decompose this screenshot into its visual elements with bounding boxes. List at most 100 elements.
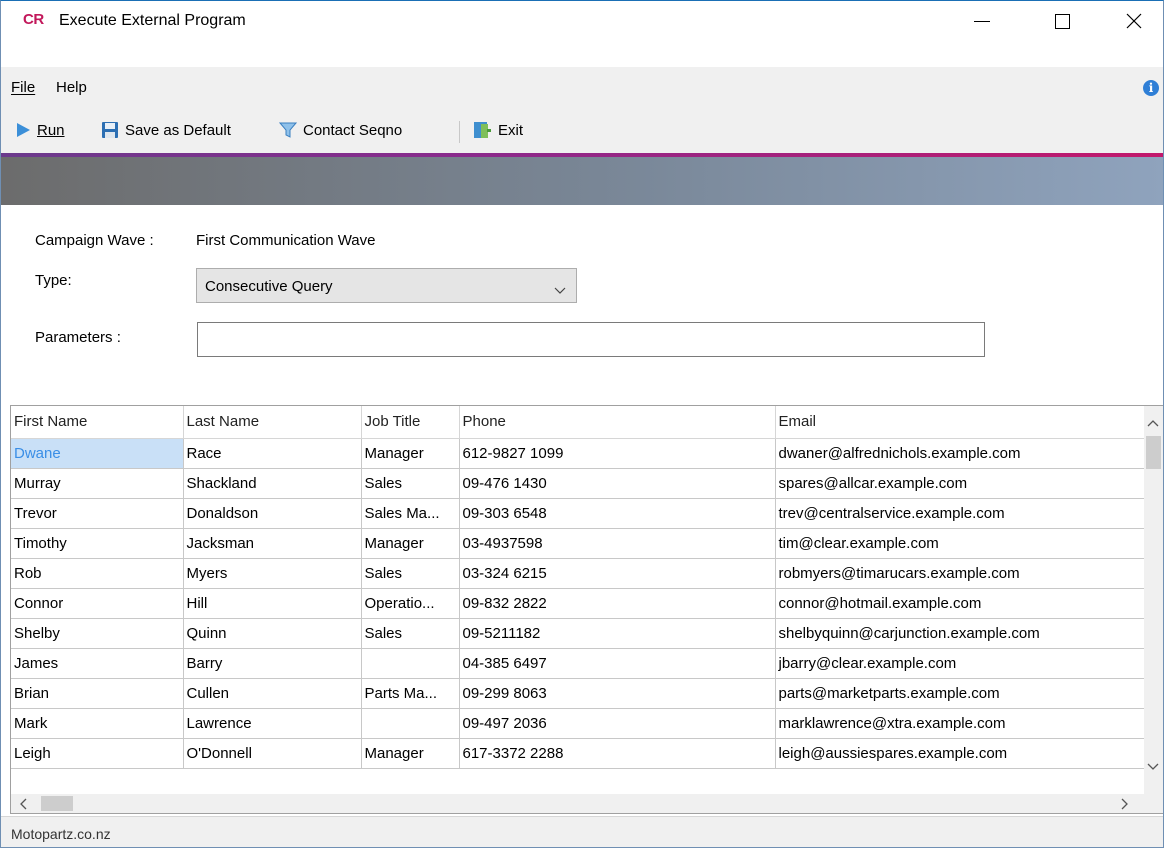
maximize-button[interactable] (1039, 1, 1085, 41)
cell-email[interactable]: dwaner@alfrednichols.example.com (775, 438, 1146, 469)
cell-phone[interactable]: 09-303 6548 (459, 498, 776, 529)
run-button[interactable]: Run (15, 119, 65, 141)
minimize-button[interactable] (959, 1, 1005, 41)
close-button[interactable] (1111, 1, 1157, 41)
cell-job-title[interactable]: Manager (361, 438, 460, 469)
cell-first-name[interactable]: Dwane (11, 438, 184, 469)
column-header-phone[interactable]: Phone (459, 406, 776, 439)
play-icon (15, 122, 31, 138)
cell-job-title[interactable] (361, 648, 460, 679)
scroll-up-icon[interactable] (1147, 414, 1159, 431)
save-as-default-label: Save as Default (125, 121, 231, 139)
cell-last-name[interactable]: O'Donnell (183, 738, 362, 769)
cell-email[interactable]: shelbyquinn@carjunction.example.com (775, 618, 1146, 649)
contact-seqno-button[interactable]: Contact Seqno (279, 119, 402, 141)
cell-job-title[interactable]: Sales Ma... (361, 498, 460, 529)
cell-first-name[interactable]: Rob (11, 558, 184, 589)
menu-help[interactable]: Help (56, 79, 87, 96)
cell-first-name[interactable]: Connor (11, 588, 184, 619)
cell-first-name[interactable]: James (11, 648, 184, 679)
cell-first-name[interactable]: Murray (11, 468, 184, 499)
cell-phone[interactable]: 03-324 6215 (459, 558, 776, 589)
cell-email[interactable]: connor@hotmail.example.com (775, 588, 1146, 619)
horizontal-scroll-thumb[interactable] (41, 796, 73, 811)
cell-last-name[interactable]: Shackland (183, 468, 362, 499)
cell-email[interactable]: jbarry@clear.example.com (775, 648, 1146, 679)
cell-email[interactable]: marklawrence@xtra.example.com (775, 708, 1146, 739)
table-row[interactable]: Shelby Quinn Sales 09-5211182 shelbyquinn@ca… (11, 618, 1146, 649)
contacts-grid[interactable]: First Name Last Name Job Title Phone Ema… (10, 405, 1163, 814)
cell-first-name[interactable]: Timothy (11, 528, 184, 559)
table-row[interactable]: Murray Shackland Sales 09-476 1430 spares@al… (11, 468, 1146, 499)
column-header-job-title[interactable]: Job Title (361, 406, 460, 439)
cell-last-name[interactable]: Hill (183, 588, 362, 619)
cell-job-title[interactable]: Sales (361, 618, 460, 649)
cell-job-title[interactable]: Manager (361, 738, 460, 769)
table-row[interactable]: James Barry 04-385 6497 jbarry@clear.exampl… (11, 648, 1146, 679)
table-row[interactable]: Brian Cullen Parts Ma... 09-299 8063 parts@m… (11, 678, 1146, 709)
cell-first-name[interactable]: Mark (11, 708, 184, 739)
info-icon[interactable]: i (1143, 80, 1159, 96)
column-header-first-name[interactable]: First Name (11, 406, 184, 439)
horizontal-scrollbar[interactable] (11, 794, 1163, 813)
menu-file[interactable]: File (11, 79, 35, 96)
cell-last-name[interactable]: Cullen (183, 678, 362, 709)
parameters-input[interactable] (197, 322, 985, 357)
cell-job-title[interactable]: Sales (361, 558, 460, 589)
cell-last-name[interactable]: Barry (183, 648, 362, 679)
header-row: First Name Last Name Job Title Phone Ema… (11, 406, 1146, 439)
status-text: Motopartz.co.nz (11, 826, 111, 842)
app-logo: CR (23, 11, 44, 28)
table-row[interactable]: Connor Hill Operatio... 09-832 2822 connor@h… (11, 588, 1146, 619)
cell-job-title[interactable]: Parts Ma... (361, 678, 460, 709)
save-as-default-button[interactable]: Save as Default (101, 119, 231, 141)
scroll-down-icon[interactable] (1147, 758, 1159, 775)
vertical-scroll-thumb[interactable] (1146, 436, 1161, 469)
cell-phone[interactable]: 04-385 6497 (459, 648, 776, 679)
column-header-last-name[interactable]: Last Name (183, 406, 362, 439)
cell-phone[interactable]: 09-832 2822 (459, 588, 776, 619)
exit-button[interactable]: Exit (472, 119, 523, 141)
cell-last-name[interactable]: Myers (183, 558, 362, 589)
cell-last-name[interactable]: Donaldson (183, 498, 362, 529)
cell-email[interactable]: robmyers@timarucars.example.com (775, 558, 1146, 589)
cell-job-title[interactable]: Manager (361, 528, 460, 559)
contact-seqno-label: Contact Seqno (303, 121, 403, 139)
cell-email[interactable]: spares@allcar.example.com (775, 468, 1146, 499)
cell-last-name[interactable]: Race (183, 438, 362, 469)
cell-email[interactable]: trev@centralservice.example.com (775, 498, 1146, 529)
column-header-email[interactable]: Email (775, 406, 1146, 439)
scroll-left-icon[interactable] (19, 797, 27, 813)
cell-job-title[interactable] (361, 708, 460, 739)
cell-last-name[interactable]: Lawrence (183, 708, 362, 739)
table-row[interactable]: Trevor Donaldson Sales Ma... 09-303 6548 tre… (11, 498, 1146, 529)
cell-phone[interactable]: 612-9827 1099 (459, 438, 776, 469)
table-row[interactable]: Mark Lawrence 09-497 2036 marklawrence@xtra… (11, 708, 1146, 739)
cell-first-name[interactable]: Trevor (11, 498, 184, 529)
type-dropdown[interactable]: Consecutive Query (196, 268, 577, 303)
cell-phone[interactable]: 09-5211182 (459, 618, 776, 649)
toolbar-separator (459, 121, 460, 143)
vertical-scrollbar[interactable] (1144, 406, 1163, 794)
cell-email[interactable]: tim@clear.example.com (775, 528, 1146, 559)
cell-phone[interactable]: 09-497 2036 (459, 708, 776, 739)
cell-last-name[interactable]: Quinn (183, 618, 362, 649)
scroll-right-icon[interactable] (1121, 797, 1129, 813)
cell-phone[interactable]: 03-4937598 (459, 528, 776, 559)
close-icon (1126, 13, 1142, 29)
table-row[interactable]: Timothy Jacksman Manager 03-4937598 tim@clea… (11, 528, 1146, 559)
table-row[interactable]: Rob Myers Sales 03-324 6215 robmyers@timaruc… (11, 558, 1146, 589)
cell-first-name[interactable]: Leigh (11, 738, 184, 769)
cell-last-name[interactable]: Jacksman (183, 528, 362, 559)
cell-phone[interactable]: 617-3372 2288 (459, 738, 776, 769)
cell-phone[interactable]: 09-299 8063 (459, 678, 776, 709)
cell-email[interactable]: leigh@aussiespares.example.com (775, 738, 1146, 769)
cell-email[interactable]: parts@marketparts.example.com (775, 678, 1146, 709)
table-row[interactable]: Dwane Race Manager 612-9827 1099 dwaner@alfr… (11, 438, 1146, 469)
table-row[interactable]: Leigh O'Donnell Manager 617-3372 2288 leigh@… (11, 738, 1146, 769)
cell-job-title[interactable]: Sales (361, 468, 460, 499)
cell-phone[interactable]: 09-476 1430 (459, 468, 776, 499)
cell-job-title[interactable]: Operatio... (361, 588, 460, 619)
cell-first-name[interactable]: Brian (11, 678, 184, 709)
cell-first-name[interactable]: Shelby (11, 618, 184, 649)
